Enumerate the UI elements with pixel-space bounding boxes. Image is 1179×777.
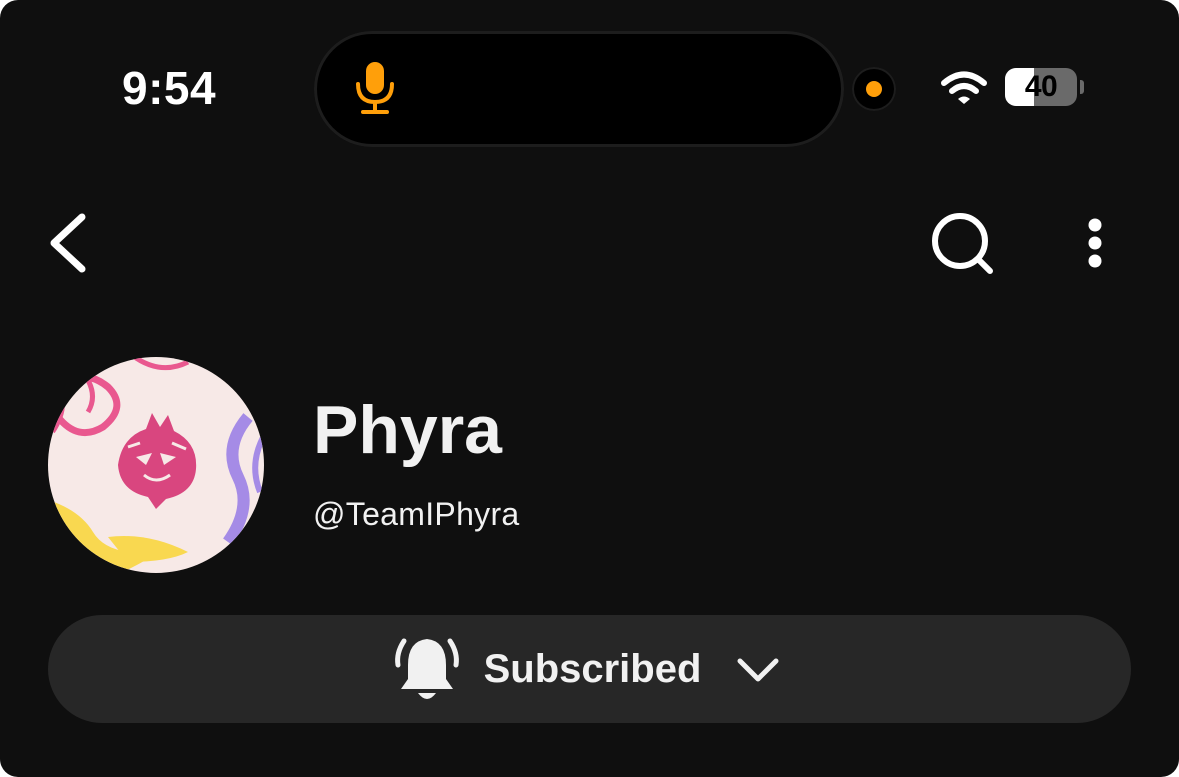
- more-vertical-icon: [1088, 218, 1102, 268]
- recording-dot: [866, 81, 882, 97]
- camera-indicator: [852, 67, 896, 111]
- battery-tip: [1080, 80, 1084, 94]
- search-button[interactable]: [924, 208, 1000, 280]
- channel-avatar[interactable]: [48, 357, 264, 573]
- wifi-icon: [941, 71, 987, 104]
- battery-icon: 40: [1005, 68, 1077, 106]
- channel-logo-icon: [48, 357, 264, 573]
- status-time: 9:54: [122, 62, 217, 114]
- more-options-button[interactable]: [1072, 208, 1118, 280]
- channel-name: Phyra: [313, 392, 502, 468]
- back-arrow-icon: [50, 213, 86, 273]
- search-icon: [932, 213, 993, 274]
- channel-screen: 9:54 40 Phyra @TeamIPhyra Subscribed: [0, 0, 1179, 777]
- subscribed-label: Subscribed: [483, 647, 702, 691]
- bell-ringing-icon: [394, 638, 459, 699]
- subscribed-button[interactable]: Subscribed: [48, 615, 1131, 723]
- chevron-down-icon: [737, 658, 779, 682]
- microphone-icon: [356, 62, 394, 114]
- back-button[interactable]: [40, 205, 100, 281]
- battery-percentage: 40: [1024, 70, 1058, 103]
- channel-handle: @TeamIPhyra: [313, 496, 520, 532]
